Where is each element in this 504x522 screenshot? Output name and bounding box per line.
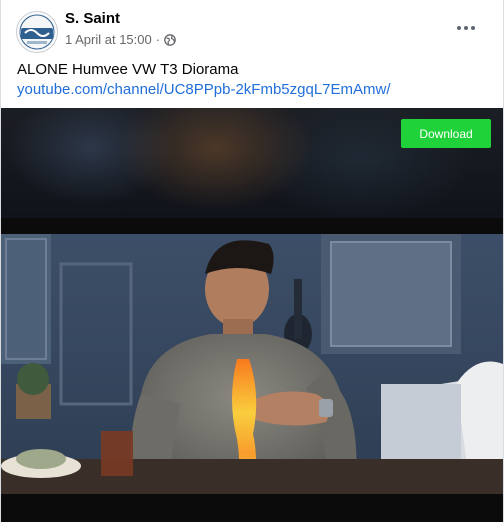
post-timestamp[interactable]: 1 April at 15:00 — [65, 32, 152, 47]
video-player[interactable]: Download — [1, 108, 503, 522]
post-header: S. Saint 1 April at 15:00 · — [1, 0, 503, 60]
video-frame — [1, 234, 503, 494]
saint-logo-icon — [18, 13, 56, 51]
post-meta: 1 April at 15:00 · — [65, 32, 176, 47]
more-options-icon[interactable] — [452, 16, 480, 40]
post-title: ALONE Humvee VW T3 Diorama — [17, 61, 239, 78]
meta-separator: · — [155, 32, 161, 47]
post-card: S. Saint 1 April at 15:00 · ALONE Humvee… — [0, 0, 504, 522]
post-link[interactable]: youtube.com/channel/UC8PPpb-2kFmb5zgqL7E… — [17, 80, 487, 100]
avatar[interactable] — [16, 11, 58, 53]
author-name[interactable]: S. Saint — [65, 10, 120, 27]
post-text: ALONE Humvee VW T3 Diorama youtube.com/c… — [17, 60, 487, 100]
download-button[interactable]: Download — [401, 119, 491, 148]
globe-icon[interactable] — [164, 33, 176, 46]
